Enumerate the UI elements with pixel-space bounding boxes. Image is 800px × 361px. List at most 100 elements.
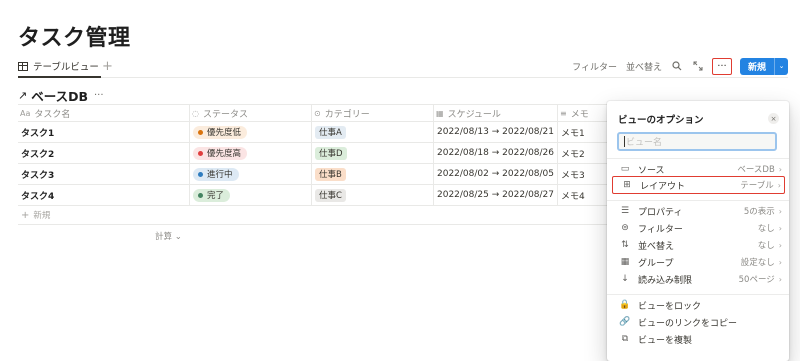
category-cell[interactable]: 仕事C xyxy=(312,185,434,205)
database-more-button[interactable]: ··· xyxy=(94,90,104,101)
menu-item-value: なし xyxy=(757,224,775,234)
text-caret xyxy=(624,136,625,147)
menu-item-copy-view-link[interactable]: 🔗 ビューのリンクをコピー xyxy=(611,313,785,331)
database-name[interactable]: ベースDB xyxy=(31,86,88,105)
category-cell[interactable]: 仕事B xyxy=(312,164,434,184)
lock-icon: 🔒 xyxy=(619,300,631,310)
divider xyxy=(607,158,789,159)
memo-text: メモ2 xyxy=(561,149,585,160)
column-label: ステータス xyxy=(202,109,248,120)
chevron-right-icon: › xyxy=(778,223,782,233)
status-label: 進行中 xyxy=(207,170,233,180)
schedule-cell[interactable]: 2022/08/25 → 2022/08/27 xyxy=(434,185,558,205)
divider xyxy=(607,294,789,295)
menu-item-value: 設定なし xyxy=(740,258,775,268)
task-name-cell[interactable]: タスク2 xyxy=(18,143,190,163)
column-header-memo[interactable]: ≡ メモ xyxy=(558,105,608,121)
column-header-name[interactable]: Aa タスク名 xyxy=(18,105,190,121)
task-name: タスク3 xyxy=(21,170,55,181)
menu-item-value: テーブル xyxy=(740,181,774,191)
memo-cell[interactable]: メモ3 xyxy=(558,164,608,184)
table-row[interactable]: タスク3 進行中 仕事B 2022/08/02 → 2022/08/05 メモ3 xyxy=(18,164,608,185)
column-header-category[interactable]: ⊙ カテゴリー xyxy=(312,105,434,121)
sort-button[interactable]: 並べ替え xyxy=(626,60,662,73)
status-cell[interactable]: 進行中 xyxy=(190,164,312,184)
tab-table-view[interactable]: テーブルビュー xyxy=(18,56,101,78)
column-header-status[interactable]: ◌ ステータス xyxy=(190,105,312,121)
schedule-cell[interactable]: 2022/08/02 → 2022/08/05 xyxy=(434,164,558,184)
chevron-right-icon: › xyxy=(778,206,782,216)
menu-item-label: レイアウト xyxy=(640,181,686,192)
menu-item-value: なし xyxy=(757,241,775,251)
more-options-button[interactable]: ··· xyxy=(711,57,732,75)
menu-item-label: ビューをロック xyxy=(638,301,702,312)
column-label: タスク名 xyxy=(34,109,71,120)
status-label: 優先度高 xyxy=(207,149,242,159)
add-view-button[interactable]: + xyxy=(102,59,113,74)
category-tag: 仕事B xyxy=(315,167,346,181)
calculate-menu[interactable]: 計算 ⌄ xyxy=(18,225,608,247)
schedule-range: 2022/08/13 → 2022/08/21 xyxy=(437,127,555,137)
menu-item-label: ビューのリンクをコピー xyxy=(638,318,738,329)
menu-item-load-limit[interactable]: ↓ 読み込み制限 50ページ › xyxy=(611,270,785,288)
filter-icon: ⊜ xyxy=(621,223,629,233)
schedule-range: 2022/08/02 → 2022/08/05 xyxy=(437,169,555,179)
calculate-label: 計算 ⌄ xyxy=(155,232,182,242)
link-icon: 🔗 xyxy=(619,317,631,327)
task-name-cell[interactable]: タスク1 xyxy=(18,122,190,142)
add-row-button[interactable]: + 新規 xyxy=(18,206,608,225)
list-icon: ☰ xyxy=(620,206,630,216)
table-icon xyxy=(18,61,28,71)
task-name-cell[interactable]: タスク3 xyxy=(18,164,190,184)
view-options-panel: ビューのオプション × ビュー名 ▭ ソース ベースDB › ⊞ レイアウト テーブル › ☰ プ… xyxy=(607,101,789,361)
column-header-schedule[interactable]: ▦ スケジュール xyxy=(434,105,558,121)
menu-item-properties[interactable]: ☰ プロパティ 5の表示 › xyxy=(611,202,785,220)
table-row[interactable]: タスク4 完了 仕事C 2022/08/25 → 2022/08/27 メモ4 xyxy=(18,185,608,206)
category-cell[interactable]: 仕事A xyxy=(312,122,434,142)
schedule-cell[interactable]: 2022/08/13 → 2022/08/21 xyxy=(434,122,558,142)
memo-text: メモ4 xyxy=(561,191,585,202)
text-property-icon: Aa xyxy=(20,108,31,118)
menu-item-filter[interactable]: ⊜ フィルター なし › xyxy=(611,219,785,237)
link-arrow-icon[interactable]: ↗ xyxy=(18,89,27,102)
column-label: メモ xyxy=(570,109,589,120)
column-label: カテゴリー xyxy=(324,109,370,120)
memo-cell[interactable]: メモ1 xyxy=(558,122,608,142)
chevron-right-icon: › xyxy=(778,257,782,267)
schedule-cell[interactable]: 2022/08/18 → 2022/08/26 xyxy=(434,143,558,163)
plus-icon: + xyxy=(21,209,30,221)
new-button[interactable]: 新規 xyxy=(739,57,774,75)
expand-icon[interactable] xyxy=(692,60,704,72)
select-property-icon: ⊙ xyxy=(314,108,321,118)
status-cell[interactable]: 完了 xyxy=(190,185,312,205)
status-cell[interactable]: 優先度高 xyxy=(190,143,312,163)
memo-cell[interactable]: メモ2 xyxy=(558,143,608,163)
table-row[interactable]: タスク1 優先度低 仕事A 2022/08/13 → 2022/08/21 メモ1 xyxy=(18,122,608,143)
category-cell[interactable]: 仕事D xyxy=(312,143,434,163)
filter-button[interactable]: フィルター xyxy=(572,60,617,73)
task-name-cell[interactable]: タスク4 xyxy=(18,185,190,205)
new-dropdown-icon[interactable]: ⌄ xyxy=(774,57,788,75)
calendar-icon: ▦ xyxy=(436,108,444,118)
new-button-group: 新規 ⌄ xyxy=(739,57,788,75)
status-cell[interactable]: 優先度低 xyxy=(190,122,312,142)
menu-item-lock-view[interactable]: 🔒 ビューをロック xyxy=(611,296,785,314)
view-name-placeholder: ビュー名 xyxy=(626,138,663,148)
memo-text: メモ3 xyxy=(561,170,585,181)
menu-item-sort[interactable]: ⇅ 並べ替え なし › xyxy=(611,236,785,254)
task-name: タスク1 xyxy=(21,128,55,139)
status-dot xyxy=(198,150,203,156)
menu-item-duplicate-view[interactable]: ⧉ ビューを複製 xyxy=(611,330,785,348)
view-name-input[interactable]: ビュー名 xyxy=(617,132,777,151)
menu-item-label: 並べ替え xyxy=(638,241,675,252)
table-row[interactable]: タスク2 優先度高 仕事D 2022/08/18 → 2022/08/26 メモ2 xyxy=(18,143,608,164)
menu-item-group[interactable]: ▦ グループ 設定なし › xyxy=(611,253,785,271)
menu-item-layout[interactable]: ⊞ レイアウト テーブル › xyxy=(612,176,785,194)
category-tag: 仕事A xyxy=(315,125,346,139)
search-icon[interactable] xyxy=(671,60,683,72)
menu-item-label: プロパティ xyxy=(638,207,683,218)
memo-cell[interactable]: メモ4 xyxy=(558,185,608,205)
status-dot xyxy=(198,192,203,198)
close-icon[interactable]: × xyxy=(768,113,779,124)
task-name: タスク2 xyxy=(21,149,55,160)
